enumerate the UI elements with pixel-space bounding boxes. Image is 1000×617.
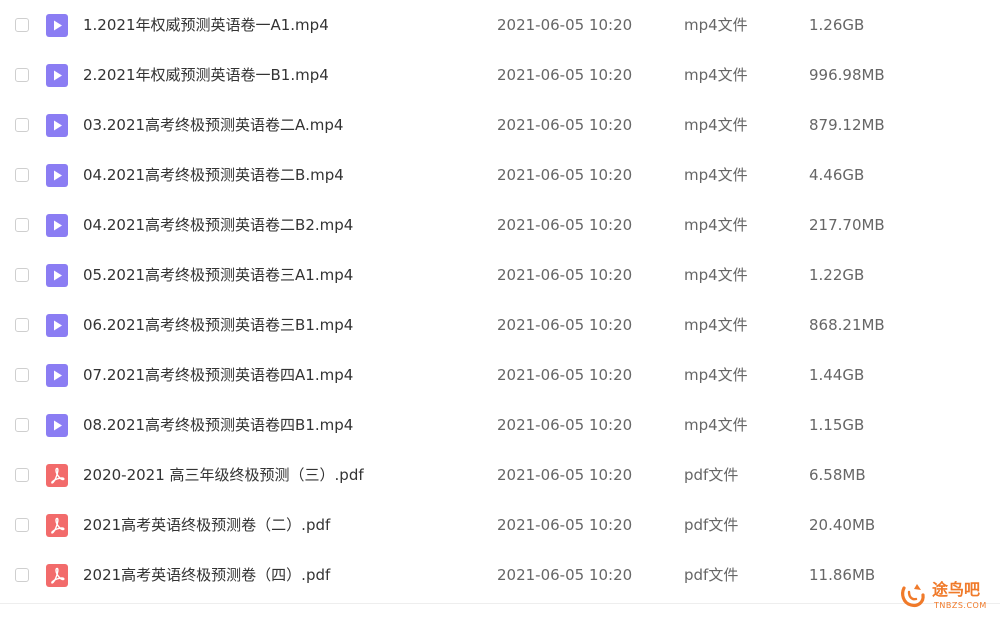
video-file-icon <box>46 414 68 437</box>
file-row[interactable]: 2021高考英语终极预测卷（四）.pdf 2021-06-05 10:20 pd… <box>0 550 1000 600</box>
row-checkbox[interactable] <box>15 268 29 282</box>
row-checkbox[interactable] <box>15 318 29 332</box>
file-row[interactable]: 2021高考英语终极预测卷（二）.pdf 2021-06-05 10:20 pd… <box>0 500 1000 550</box>
file-modified-date: 2021-06-05 10:20 <box>497 516 633 534</box>
file-name[interactable]: 2021高考英语终极预测卷（四）.pdf <box>83 565 330 585</box>
file-list: 1.2021年权威预测英语卷一A1.mp4 2021-06-05 10:20 m… <box>0 0 1000 600</box>
file-size: 1.15GB <box>809 416 865 434</box>
file-type: mp4文件 <box>684 166 748 184</box>
file-type: pdf文件 <box>684 516 739 534</box>
file-size: 6.58MB <box>809 466 866 484</box>
file-row[interactable]: 2020-2021 高三年级终极预测（三）.pdf 2021-06-05 10:… <box>0 450 1000 500</box>
pdf-file-icon <box>46 564 68 587</box>
file-modified-date: 2021-06-05 10:20 <box>497 116 633 134</box>
file-type: pdf文件 <box>684 466 739 484</box>
file-size: 217.70MB <box>809 216 885 234</box>
file-type: mp4文件 <box>684 216 748 234</box>
file-modified-date: 2021-06-05 10:20 <box>497 66 633 84</box>
file-size: 1.22GB <box>809 266 865 284</box>
file-size: 11.86MB <box>809 566 876 584</box>
row-checkbox[interactable] <box>15 118 29 132</box>
file-size: 1.44GB <box>809 366 865 384</box>
watermark: 途鸟吧 TNBZS.COM <box>896 578 996 614</box>
file-modified-date: 2021-06-05 10:20 <box>497 466 633 484</box>
video-file-icon <box>46 114 68 137</box>
row-checkbox[interactable] <box>15 68 29 82</box>
file-type: mp4文件 <box>684 266 748 284</box>
file-row[interactable]: 03.2021高考终极预测英语卷二A.mp4 2021-06-05 10:20 … <box>0 100 1000 150</box>
file-type: pdf文件 <box>684 566 739 584</box>
file-name[interactable]: 08.2021高考终极预测英语卷四B1.mp4 <box>83 415 353 435</box>
video-file-icon <box>46 264 68 287</box>
file-type: mp4文件 <box>684 66 748 84</box>
video-file-icon <box>46 164 68 187</box>
file-name[interactable]: 2021高考英语终极预测卷（二）.pdf <box>83 515 330 535</box>
file-type: mp4文件 <box>684 16 748 34</box>
file-name[interactable]: 07.2021高考终极预测英语卷四A1.mp4 <box>83 365 353 385</box>
file-modified-date: 2021-06-05 10:20 <box>497 316 633 334</box>
file-modified-date: 2021-06-05 10:20 <box>497 166 633 184</box>
watermark-subtitle: TNBZS.COM <box>934 601 987 610</box>
file-type: mp4文件 <box>684 116 748 134</box>
watermark-logo-icon <box>901 584 925 608</box>
video-file-icon <box>46 64 68 87</box>
file-size: 879.12MB <box>809 116 885 134</box>
file-name[interactable]: 2020-2021 高三年级终极预测（三）.pdf <box>83 465 364 485</box>
file-type: mp4文件 <box>684 416 748 434</box>
file-type: mp4文件 <box>684 366 748 384</box>
file-modified-date: 2021-06-05 10:20 <box>497 16 633 34</box>
video-file-icon <box>46 214 68 237</box>
file-row[interactable]: 04.2021高考终极预测英语卷二B.mp4 2021-06-05 10:20 … <box>0 150 1000 200</box>
file-type: mp4文件 <box>684 316 748 334</box>
file-name[interactable]: 05.2021高考终极预测英语卷三A1.mp4 <box>83 265 353 285</box>
video-file-icon <box>46 314 68 337</box>
file-size: 4.46GB <box>809 166 865 184</box>
row-checkbox[interactable] <box>15 218 29 232</box>
file-name[interactable]: 06.2021高考终极预测英语卷三B1.mp4 <box>83 315 353 335</box>
file-name[interactable]: 03.2021高考终极预测英语卷二A.mp4 <box>83 115 343 135</box>
file-name[interactable]: 04.2021高考终极预测英语卷二B.mp4 <box>83 165 344 185</box>
file-size: 868.21MB <box>809 316 885 334</box>
file-modified-date: 2021-06-05 10:20 <box>497 566 633 584</box>
row-checkbox[interactable] <box>15 18 29 32</box>
file-name[interactable]: 1.2021年权威预测英语卷一A1.mp4 <box>83 15 329 35</box>
file-size: 1.26GB <box>809 16 865 34</box>
file-size: 996.98MB <box>809 66 885 84</box>
watermark-title: 途鸟吧 <box>932 580 981 599</box>
row-checkbox[interactable] <box>15 568 29 582</box>
file-modified-date: 2021-06-05 10:20 <box>497 416 633 434</box>
file-size: 20.40MB <box>809 516 876 534</box>
file-name[interactable]: 04.2021高考终极预测英语卷二B2.mp4 <box>83 215 353 235</box>
row-checkbox[interactable] <box>15 168 29 182</box>
video-file-icon <box>46 14 68 37</box>
file-name[interactable]: 2.2021年权威预测英语卷一B1.mp4 <box>83 65 329 85</box>
file-row[interactable]: 1.2021年权威预测英语卷一A1.mp4 2021-06-05 10:20 m… <box>0 0 1000 50</box>
row-checkbox[interactable] <box>15 418 29 432</box>
file-row[interactable]: 04.2021高考终极预测英语卷二B2.mp4 2021-06-05 10:20… <box>0 200 1000 250</box>
file-row[interactable]: 08.2021高考终极预测英语卷四B1.mp4 2021-06-05 10:20… <box>0 400 1000 450</box>
file-modified-date: 2021-06-05 10:20 <box>497 266 633 284</box>
video-file-icon <box>46 364 68 387</box>
pdf-file-icon <box>46 464 68 487</box>
file-row[interactable]: 05.2021高考终极预测英语卷三A1.mp4 2021-06-05 10:20… <box>0 250 1000 300</box>
file-row[interactable]: 2.2021年权威预测英语卷一B1.mp4 2021-06-05 10:20 m… <box>0 50 1000 100</box>
file-modified-date: 2021-06-05 10:20 <box>497 216 633 234</box>
file-row[interactable]: 07.2021高考终极预测英语卷四A1.mp4 2021-06-05 10:20… <box>0 350 1000 400</box>
file-modified-date: 2021-06-05 10:20 <box>497 366 633 384</box>
row-checkbox[interactable] <box>15 368 29 382</box>
row-checkbox[interactable] <box>15 468 29 482</box>
list-bottom-divider <box>0 603 1000 604</box>
row-checkbox[interactable] <box>15 518 29 532</box>
file-row[interactable]: 06.2021高考终极预测英语卷三B1.mp4 2021-06-05 10:20… <box>0 300 1000 350</box>
pdf-file-icon <box>46 514 68 537</box>
